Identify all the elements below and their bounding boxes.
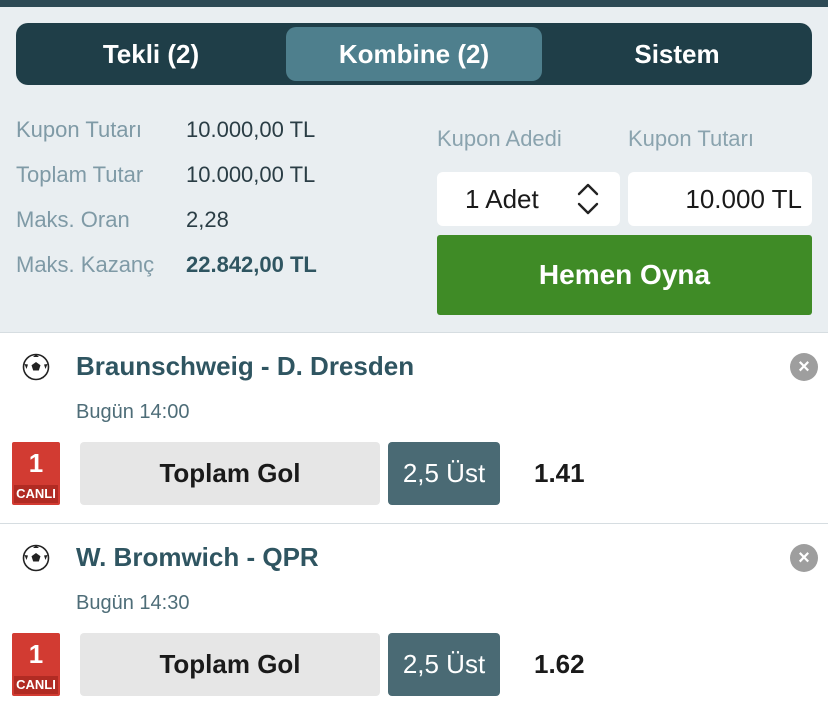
match-title: Braunschweig - D. Dresden (76, 351, 415, 381)
top-strip (0, 0, 828, 7)
chevron-up-down-icon[interactable] (576, 181, 600, 217)
match-date: Bugün 14:00 (76, 401, 190, 423)
live-badge-number: 1 (28, 639, 44, 669)
coupon-count-value: 1 Adet (465, 184, 539, 214)
live-badge-number: 1 (28, 448, 44, 478)
live-badge: 1 CANLI (12, 442, 60, 505)
coupon-type-tabs: Tekli (2) Kombine (2) Sistem (16, 23, 812, 85)
total-amount-value: 10.000,00 TL (186, 162, 316, 187)
coupon-amount-label: Kupon Tutarı (16, 117, 142, 142)
coupon-count-label: Kupon Adedi (437, 126, 562, 151)
match-title: W. Bromwich - QPR (76, 542, 319, 572)
total-amount-label: Toplam Tutar (16, 162, 144, 187)
tab-combined[interactable]: Kombine (2) (286, 27, 542, 81)
coupon-stake-label: Kupon Tutarı (628, 126, 754, 151)
max-odds-value: 2,28 (186, 207, 229, 232)
max-win-label: Maks. Kazanç (16, 252, 155, 277)
soccer-ball-icon (22, 353, 50, 381)
max-odds-label: Maks. Oran (16, 207, 130, 232)
coupon-count-stepper[interactable]: 1 Adet (437, 172, 620, 226)
match-card: Braunschweig - D. Dresden × Bugün 14:00 … (0, 332, 828, 523)
match-card: W. Bromwich - QPR × Bugün 14:30 1 CANLI … (0, 523, 828, 714)
market-name: Toplam Gol (80, 442, 380, 505)
match-date: Bugün 14:30 (76, 592, 190, 614)
coupon-amount-value: 10.000,00 TL (186, 117, 316, 142)
odds-value: 1.62 (534, 649, 585, 679)
odds-value: 1.41 (534, 458, 585, 488)
tab-single[interactable]: Tekli (2) (20, 27, 282, 81)
coupon-stake-input[interactable]: 10.000 TL (628, 172, 812, 226)
close-icon[interactable]: × (790, 353, 818, 381)
close-icon[interactable]: × (790, 544, 818, 572)
live-badge: 1 CANLI (12, 633, 60, 696)
live-badge-label: CANLI (14, 485, 58, 503)
tab-system[interactable]: Sistem (546, 27, 808, 81)
selected-outcome[interactable]: 2,5 Üst (388, 633, 500, 696)
market-name: Toplam Gol (80, 633, 380, 696)
live-badge-label: CANLI (14, 676, 58, 694)
soccer-ball-icon (22, 544, 50, 572)
selected-outcome[interactable]: 2,5 Üst (388, 442, 500, 505)
play-now-button[interactable]: Hemen Oyna (437, 235, 812, 315)
max-win-value: 22.842,00 TL (186, 252, 317, 277)
